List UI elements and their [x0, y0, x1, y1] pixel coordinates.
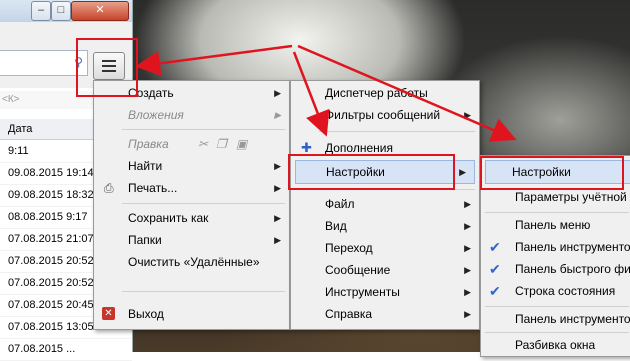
annotation-arrows [135, 44, 517, 142]
